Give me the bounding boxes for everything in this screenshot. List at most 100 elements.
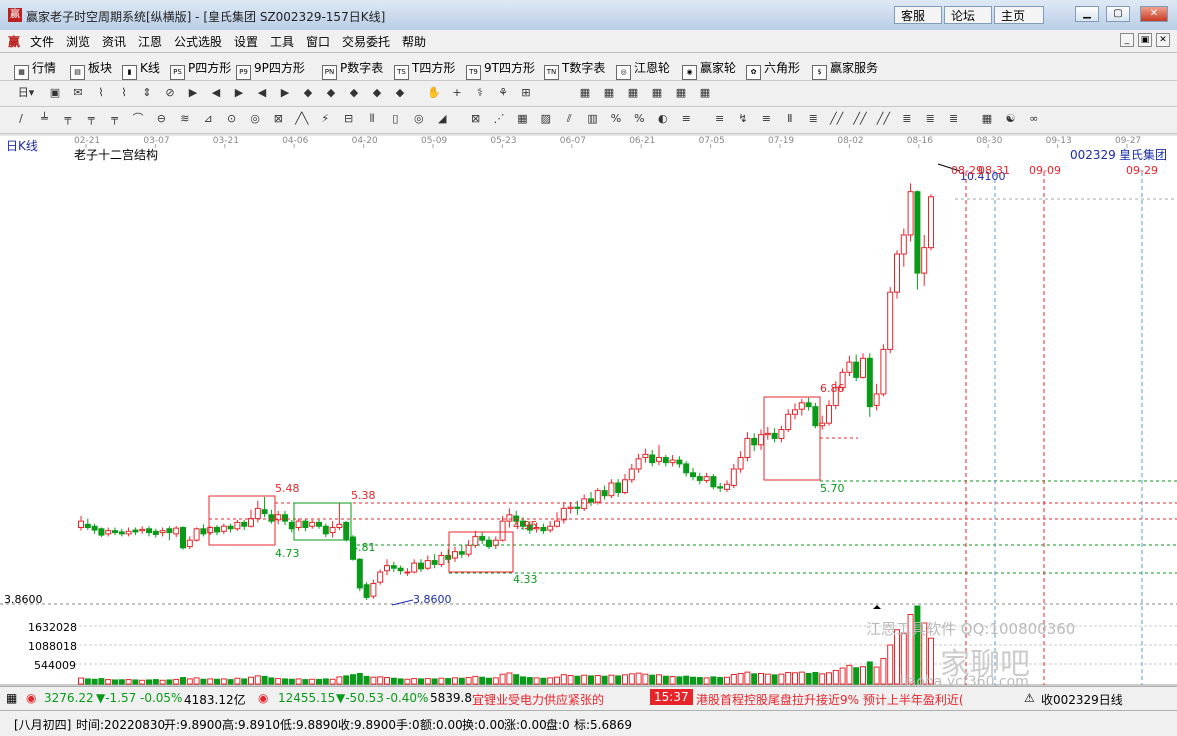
menu-trade[interactable]: 交易委托 [342, 33, 390, 50]
analysis-icon-7[interactable]: ≋ [178, 112, 192, 126]
tool-icon-20[interactable]: ⊞ [519, 86, 533, 100]
nav-button-service[interactable]: 客服 [894, 6, 942, 24]
toolbar-button-6[interactable]: TS T四方形 [394, 59, 455, 80]
menu-help[interactable]: 帮助 [402, 33, 426, 50]
analysis-icon-20[interactable]: ⋰ [492, 112, 506, 126]
tool-icon-extra-5[interactable]: ▦ [698, 86, 712, 100]
menu-file[interactable]: 文件 [30, 33, 54, 50]
mdi-restore-icon[interactable]: ▣ [1138, 33, 1152, 47]
tool-icon-extra-1[interactable]: ▦ [602, 86, 616, 100]
tool-icon-16[interactable]: ✋ [427, 86, 441, 100]
analysis-icon-4[interactable]: ╤ [108, 112, 122, 126]
toolbar-button-4[interactable]: P9 9P四方形 [236, 59, 305, 80]
toolbar-button-10[interactable]: ◉ 赢家轮 [682, 59, 736, 80]
analysis-icon-10[interactable]: ◎ [248, 112, 262, 126]
analysis-icon-30[interactable]: ↯ [736, 112, 750, 126]
news-ticker-2[interactable]: 港股首程控股尾盘拉升接近9% 预计上半年盈利近( [696, 691, 964, 708]
mdi-minimize-icon[interactable]: _ [1120, 33, 1134, 47]
tool-icon-4[interactable]: ⇕ [140, 86, 154, 100]
analysis-icon-2[interactable]: ╤ [61, 112, 75, 126]
tool-icon-13[interactable]: ◆ [347, 86, 361, 100]
analysis-icon-33[interactable]: ≣ [806, 112, 820, 126]
analysis-icon-15[interactable]: ⫴ [365, 112, 379, 126]
analysis-icon-42[interactable]: ∞ [1027, 112, 1041, 126]
analysis-icon-35[interactable]: ╱╱ [853, 112, 867, 126]
kline-chart-area[interactable]: 02-21 03-07 03-21 04-06 04-20 05-09 05-23 06-07… [0, 134, 1177, 690]
analysis-icon-26[interactable]: % [632, 112, 646, 126]
analysis-icon-12[interactable]: ╱╲ [295, 112, 309, 126]
menu-info[interactable]: 资讯 [102, 33, 126, 50]
menu-settings[interactable]: 设置 [234, 33, 258, 50]
tool-icon-17[interactable]: + [450, 86, 464, 100]
menu-gann[interactable]: 江恩 [138, 33, 162, 50]
tool-icon-19[interactable]: ⚘ [496, 86, 510, 100]
analysis-icon-3[interactable]: ╤ [84, 112, 98, 126]
analysis-icon-1[interactable]: ╧ [37, 112, 51, 126]
menu-formula-select[interactable]: 公式选股 [174, 33, 222, 50]
analysis-icon-40[interactable]: ▦ [980, 112, 994, 126]
analysis-icon-21[interactable]: ▦ [515, 112, 529, 126]
tool-icon-11[interactable]: ◆ [301, 86, 315, 100]
menu-window[interactable]: 窗口 [306, 33, 330, 50]
analysis-icon-29[interactable]: ≡ [713, 112, 727, 126]
period-dropdown[interactable]: 日▾ [14, 86, 38, 100]
menu-app-icon[interactable]: 赢 [8, 33, 20, 50]
analysis-icon-13[interactable]: ⚡ [318, 112, 332, 126]
analysis-icon-36[interactable]: ╱╱ [876, 112, 890, 126]
toolbar-button-7[interactable]: T9 9T四方形 [466, 59, 535, 80]
analysis-icon-38[interactable]: ≣ [923, 112, 937, 126]
analysis-icon-37[interactable]: ≣ [900, 112, 914, 126]
analysis-icon-6[interactable]: ⊖ [154, 112, 168, 126]
toolbar-button-1[interactable]: ▤ 板块 [70, 59, 112, 80]
analysis-icon-24[interactable]: ▥ [586, 112, 600, 126]
analysis-icon-17[interactable]: ◎ [412, 112, 426, 126]
tool-icon-extra-0[interactable]: ▦ [578, 86, 592, 100]
analysis-icon-25[interactable]: % [609, 112, 623, 126]
toolbar-button-12[interactable]: $ 赢家服务 [812, 59, 878, 80]
tool-icon-8[interactable]: ▶ [232, 86, 246, 100]
analysis-icon-0[interactable]: / [14, 112, 28, 126]
toolbar-button-2[interactable]: ▮ K线 [122, 59, 160, 80]
toolbar-button-9[interactable]: ◎ 江恩轮 [616, 59, 670, 80]
analysis-icon-31[interactable]: ≡ [759, 112, 773, 126]
toolbar-button-0[interactable]: ▦ 行情 [14, 59, 56, 80]
tool-icon-12[interactable]: ◆ [324, 86, 338, 100]
tool-icon-15[interactable]: ◆ [393, 86, 407, 100]
toolbar-button-11[interactable]: ✿ 六角形 [746, 59, 800, 80]
analysis-icon-32[interactable]: Ⅱ [783, 112, 797, 126]
toolbar-button-3[interactable]: PS P四方形 [170, 59, 231, 80]
analysis-icon-11[interactable]: ⊠ [271, 112, 285, 126]
analysis-icon-9[interactable]: ⊙ [225, 112, 239, 126]
toolbar-button-5[interactable]: PN P数字表 [322, 59, 383, 80]
analysis-icon-28[interactable]: ≡ [679, 112, 693, 126]
analysis-icon-16[interactable]: ▯ [388, 112, 402, 126]
menu-browse[interactable]: 浏览 [66, 33, 90, 50]
tool-icon-14[interactable]: ◆ [370, 86, 384, 100]
analysis-icon-41[interactable]: ☯ [1003, 112, 1017, 126]
close-icon[interactable]: ✕ [1140, 6, 1168, 22]
analysis-icon-34[interactable]: ╱╱ [830, 112, 844, 126]
nav-button-home[interactable]: 主页 [994, 6, 1044, 24]
analysis-icon-8[interactable]: ⊿ [201, 112, 215, 126]
news-ticker-1[interactable]: 宜锂业受电力供应紧张的 [472, 691, 604, 708]
analysis-icon-39[interactable]: ≣ [947, 112, 961, 126]
tool-icon-extra-2[interactable]: ▦ [626, 86, 640, 100]
analysis-icon-22[interactable]: ▨ [539, 112, 553, 126]
tool-icon-extra-3[interactable]: ▦ [650, 86, 664, 100]
minimize-icon[interactable]: ▁ [1075, 6, 1099, 22]
tool-icon-7[interactable]: ◀ [209, 86, 223, 100]
maximize-icon[interactable]: ▢ [1106, 6, 1130, 22]
tool-icon-2[interactable]: ⌇ [94, 86, 108, 100]
tool-icon-10[interactable]: ▶ [278, 86, 292, 100]
mdi-close-icon[interactable]: ✕ [1156, 33, 1170, 47]
tool-icon-18[interactable]: ⚕ [473, 86, 487, 100]
analysis-icon-27[interactable]: ◐ [656, 112, 670, 126]
nav-button-forum[interactable]: 论坛 [944, 6, 992, 24]
tool-icon-5[interactable]: ⊘ [163, 86, 177, 100]
toolbar-button-8[interactable]: TN T数字表 [544, 59, 605, 80]
analysis-icon-18[interactable]: ◢ [435, 112, 449, 126]
tool-icon-3[interactable]: ⌇ [117, 86, 131, 100]
analysis-icon-19[interactable]: ⊠ [469, 112, 483, 126]
tool-icon-extra-4[interactable]: ▦ [674, 86, 688, 100]
tool-icon-6[interactable]: ▶ [186, 86, 200, 100]
